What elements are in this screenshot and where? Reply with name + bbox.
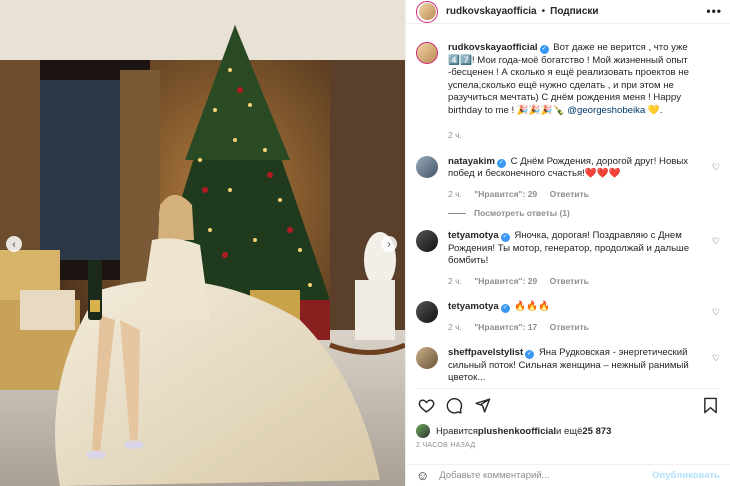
comment-username[interactable]: sheffpavelstylist xyxy=(448,347,523,358)
comment-time[interactable]: 2 ч. xyxy=(448,322,462,332)
post-side-panel: rudkovskayaofficia • Подписки ••• rudkov… xyxy=(405,0,730,486)
liker-avatar xyxy=(416,424,430,438)
comment-button[interactable] xyxy=(444,396,464,416)
paper-plane-icon xyxy=(474,398,490,413)
caption-mention-link[interactable]: @georgeshobeika xyxy=(567,105,645,116)
author-username[interactable]: rudkovskayaofficia xyxy=(446,6,537,17)
reply-button[interactable]: Ответить xyxy=(550,276,589,286)
post-photo[interactable]: ‹ › xyxy=(0,0,405,486)
post-time-ago[interactable]: 2 ЧАСОВ НАЗАД xyxy=(416,442,475,449)
commenter-avatar[interactable] xyxy=(416,230,438,252)
following-button[interactable]: Подписки xyxy=(550,6,598,17)
comment-likes-count[interactable]: "Нравится": 17 xyxy=(474,322,537,332)
bookmark-icon xyxy=(703,397,717,414)
comment-username[interactable]: natayakim xyxy=(448,156,495,167)
likes-prefix: Нравится xyxy=(436,425,478,437)
comment-time[interactable]: 2 ч. xyxy=(448,276,462,286)
liker-username[interactable]: plushenkoofficial xyxy=(478,426,556,437)
comments-list[interactable]: rudkovskayaofficial ✓ Вот даже не верится… xyxy=(406,37,730,386)
post-actions-bar xyxy=(416,388,720,418)
reply-button[interactable]: Ответить xyxy=(550,322,589,332)
comment-text: 🔥🔥🔥 xyxy=(514,301,551,312)
like-comment-heart-icon[interactable]: ♡ xyxy=(712,162,720,173)
comment-time[interactable]: 2 ч. xyxy=(448,189,462,199)
reply-button[interactable]: Ответить xyxy=(550,189,589,199)
more-options-icon[interactable]: ••• xyxy=(706,4,722,18)
comment-username[interactable]: tetyamotya xyxy=(448,301,499,312)
like-comment-heart-icon[interactable]: ♡ xyxy=(712,307,720,318)
caption-time[interactable]: 2 ч. xyxy=(448,130,462,140)
share-button[interactable] xyxy=(472,396,492,416)
carousel-prev-button[interactable]: ‹ xyxy=(6,236,22,252)
header-separator: • xyxy=(541,6,546,17)
replies-divider xyxy=(448,212,466,214)
likes-middle: и ещё xyxy=(556,425,583,437)
view-replies-label: Посмотреть ответы (1) xyxy=(474,208,570,218)
post-header: rudkovskayaofficia • Подписки ••• xyxy=(406,0,730,24)
chevron-left-icon: ‹ xyxy=(12,238,16,250)
caption-username[interactable]: rudkovskayaofficial xyxy=(448,42,538,53)
caption-mention-tail: 💛. xyxy=(645,104,663,116)
verified-badge-icon: ✓ xyxy=(539,45,549,54)
view-replies-button[interactable]: Посмотреть ответы (1) xyxy=(448,208,720,218)
comment-item: natayakim ✓ С Днём Рождения, дорогой друг… xyxy=(416,155,720,201)
commenter-avatar[interactable] xyxy=(416,347,438,369)
commenter-avatar[interactable] xyxy=(416,155,438,178)
like-comment-heart-icon[interactable]: ♡ xyxy=(712,236,720,247)
comment-item: sheffpavelstylist ✓ Яна Рудковская - энер… xyxy=(416,347,720,385)
chevron-right-icon: › xyxy=(387,238,391,250)
comment-likes-count[interactable]: "Нравится": 29 xyxy=(474,276,537,286)
likes-count[interactable]: 25 873 xyxy=(582,426,611,437)
comment-input[interactable] xyxy=(439,470,653,481)
verified-badge-icon: ✓ xyxy=(500,233,510,242)
comment-item: tetyamotya ✓ Яночка, дорогая! Поздравляю … xyxy=(416,230,720,287)
save-button[interactable] xyxy=(700,396,720,416)
comment-username[interactable]: tetyamotya xyxy=(448,230,499,241)
likes-summary[interactable]: Нравится plushenkoofficial и ещё 25 873 xyxy=(416,424,611,438)
like-comment-heart-icon[interactable]: ♡ xyxy=(712,353,720,364)
caption-author-avatar[interactable] xyxy=(416,42,438,64)
verified-badge-icon: ✓ xyxy=(496,158,506,168)
christmas-photo-illustration xyxy=(0,0,405,486)
verified-badge-icon: ✓ xyxy=(525,350,535,359)
post-comment-button[interactable]: Опубликовать xyxy=(652,470,720,481)
verified-badge-icon: ✓ xyxy=(500,304,510,313)
author-avatar[interactable] xyxy=(416,0,438,23)
post-caption: rudkovskayaofficial ✓ Вот даже не верится… xyxy=(416,42,720,142)
add-comment-bar: ☺ Опубликовать xyxy=(406,464,730,486)
comment-item: tetyamotya ✓ 🔥🔥🔥 2 ч. "Нравится": 17 Отве… xyxy=(416,301,720,333)
carousel-next-button[interactable]: › xyxy=(381,236,397,252)
comment-bubble-icon xyxy=(446,397,462,414)
emoji-icon[interactable]: ☺ xyxy=(416,468,429,483)
like-button[interactable] xyxy=(416,396,436,416)
commenter-avatar[interactable] xyxy=(416,301,438,323)
comment-likes-count[interactable]: "Нравится": 29 xyxy=(474,189,537,199)
heart-icon xyxy=(418,399,434,413)
